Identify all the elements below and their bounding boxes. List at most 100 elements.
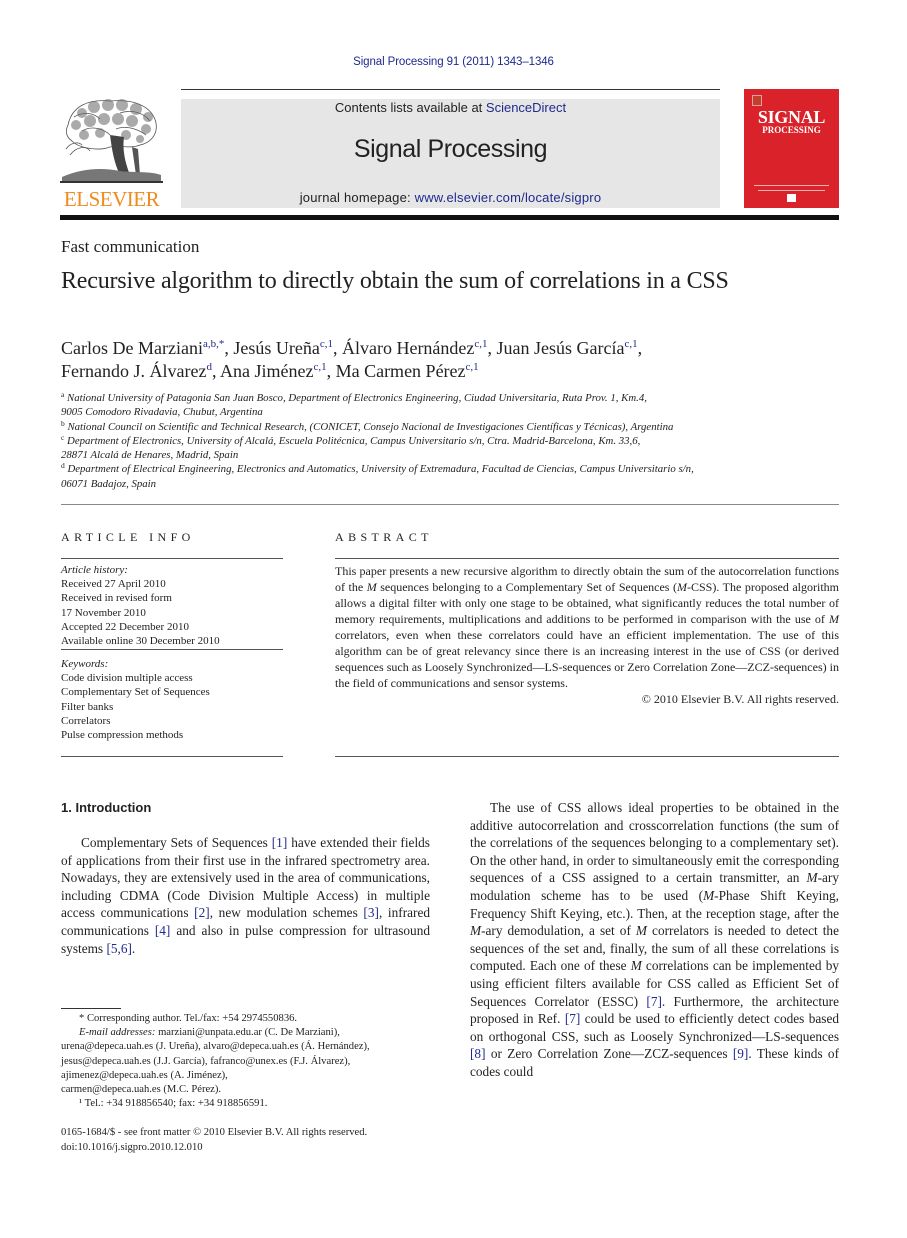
email-address[interactable]: alvaro@depeca.uah.es <box>203 1041 298 1052</box>
citation-link[interactable]: [3] <box>363 905 379 920</box>
cover-emblem-icon <box>787 194 796 202</box>
intro-paragraph-2: The use of CSS allows ideal properties t… <box>470 799 839 1081</box>
history-item: Received in revised form <box>61 592 172 605</box>
citation-link[interactable]: [8] <box>470 1046 486 1061</box>
email-label: E-mail addresses: <box>79 1027 159 1039</box>
email-line: E-mail addresses: marziani@unpata.edu.ar… <box>61 1026 436 1040</box>
math-var: M <box>630 958 642 974</box>
article-title: Recursive algorithm to directly obtain t… <box>61 268 729 294</box>
author-affiliation-marks[interactable]: c,1 <box>313 361 326 373</box>
journal-title: Signal Processing <box>353 135 548 163</box>
article-info-rule <box>61 558 283 559</box>
author-separator: , <box>637 338 643 358</box>
email-owner: (M.C. Pérez). <box>160 1084 222 1096</box>
email-addresses: E-mail addresses: marziani@unpata.edu.ar… <box>61 1026 436 1097</box>
cover-subtitle: PROCESSING <box>762 125 821 135</box>
author-name[interactable]: Álvaro Hernández <box>342 338 474 358</box>
email-owner: (F.J. Álvarez), <box>287 1055 351 1067</box>
math-var: M <box>806 870 818 886</box>
text-span: or Zero Correlation Zone—ZCZ-sequences <box>485 1046 733 1062</box>
contents-line: Contents lists available at ScienceDirec… <box>181 100 720 115</box>
author-separator: , <box>224 338 234 358</box>
author-affiliation-marks[interactable]: c,1 <box>320 338 333 350</box>
author-affiliation-marks[interactable]: a,b,* <box>203 338 224 350</box>
email-owner: (J.J. García), <box>150 1055 211 1067</box>
journal-homepage-link[interactable]: www.elsevier.com/locate/sigpro <box>415 190 602 205</box>
front-matter: 0165-1684/$ - see front matter © 2010 El… <box>61 1126 441 1155</box>
math-var: M <box>677 580 687 594</box>
contents-prefix: Contents lists available at <box>334 100 486 115</box>
email-address[interactable]: urena@depeca.uah.es <box>61 1041 153 1052</box>
keyword-item: Complementary Set of Sequences <box>61 686 210 699</box>
cover-tree-icon <box>752 95 762 106</box>
email-address[interactable]: jesus@depeca.uah.es <box>61 1056 151 1067</box>
history-label: Article history: <box>61 564 128 576</box>
email-owner: (J. Ureña), <box>153 1041 204 1053</box>
affiliation: b National Council on Scientific and Tec… <box>61 419 851 434</box>
email-address[interactable]: carmen@depeca.uah.es <box>61 1084 161 1095</box>
sciencedirect-link[interactable]: ScienceDirect <box>486 100 566 115</box>
author-separator: , <box>326 361 336 381</box>
author-separator: , <box>487 338 497 358</box>
citation-link[interactable]: [4] <box>155 923 171 938</box>
citation-link[interactable]: [5,6] <box>106 941 131 956</box>
elsevier-logo[interactable]: ELSEVIER <box>60 95 163 210</box>
author-name[interactable]: Jesús Ureña <box>233 338 319 358</box>
cover-divider <box>754 185 829 186</box>
author-name[interactable]: Carlos De Marziani <box>61 338 203 358</box>
text-span: Complementary Sets of Sequences <box>81 835 272 850</box>
author-name[interactable]: Juan Jesús García <box>497 338 625 358</box>
math-var: M <box>470 923 482 939</box>
email-line: carmen@depeca.uah.es (M.C. Pérez). <box>61 1083 436 1097</box>
keyword-list: Code division multiple access Complementa… <box>61 671 291 742</box>
affiliation: c Department of Electronics, University … <box>61 434 851 448</box>
abstract-span: correlators, even when these correlators… <box>335 628 839 690</box>
author-separator: , <box>211 361 220 381</box>
email-address[interactable]: ajimenez@depeca.uah.es <box>61 1070 168 1081</box>
author-line: Fernando J. Álvarezd, Ana Jiménezc,1, Ma… <box>61 360 851 383</box>
homepage-line: journal homepage: www.elsevier.com/locat… <box>181 190 720 205</box>
author-affiliation-marks[interactable]: c,1 <box>474 338 487 350</box>
author-name[interactable]: Ana Jiménez <box>220 361 313 381</box>
citation-link[interactable]: [9] <box>733 1046 749 1061</box>
email-owner: (C. De Marziani), <box>261 1027 340 1039</box>
author-affiliation-marks[interactable]: c,1 <box>466 361 479 373</box>
doi[interactable]: doi:10.1016/j.sigpro.2010.12.010 <box>61 1141 441 1156</box>
journal-banner: Contents lists available at ScienceDirec… <box>181 99 720 208</box>
author-affiliation-marks[interactable]: c,1 <box>625 338 638 350</box>
citation-link[interactable]: [7] <box>646 994 662 1009</box>
affiliation-text: 9005 Comodoro Rivadavia, Chubut, Argenti… <box>61 406 263 419</box>
footnote-rule <box>61 1008 121 1009</box>
math-var: M <box>703 887 715 903</box>
author-name[interactable]: Fernando J. Álvarez <box>61 361 206 381</box>
email-line: ajimenez@depeca.uah.es (A. Jiménez), <box>61 1069 436 1083</box>
abstract-rule <box>335 558 839 559</box>
footnotes: * Corresponding author. Tel./fax: +54 29… <box>61 1012 436 1111</box>
email-line: urena@depeca.uah.es (J. Ureña), alvaro@d… <box>61 1040 436 1054</box>
text-span: -ary demodulation, a set of <box>481 923 636 939</box>
text-span: The use of CSS allows ideal properties t… <box>470 800 839 886</box>
article-type: Fast communication <box>61 237 200 256</box>
citation-link[interactable]: [2] <box>194 905 210 920</box>
keyword-item: Correlators <box>61 714 111 727</box>
affiliation-text: National University of Patagonia San Jua… <box>64 392 647 404</box>
affiliation-text: National Council on Scientific and Techn… <box>64 420 674 433</box>
journal-cover[interactable]: SIGNAL PROCESSING <box>744 89 839 208</box>
email-address[interactable]: marziani@unpata.edu.ar <box>158 1027 262 1038</box>
email-address[interactable]: fafranco@unex.es <box>210 1056 287 1067</box>
affiliation-text: Department of Electronics, University of… <box>64 434 641 447</box>
keywords-label: Keywords: <box>61 658 109 670</box>
header-rule <box>181 89 720 90</box>
author-name[interactable]: Ma Carmen Pérez <box>336 361 466 381</box>
email-line: jesus@depeca.uah.es (J.J. García), fafra… <box>61 1055 436 1069</box>
citation-link[interactable]: [1] <box>272 835 288 850</box>
keywords: Keywords: Code division multiple access C… <box>61 657 291 742</box>
affiliation: d Department of Electrical Engineering, … <box>61 462 851 476</box>
history-item: 17 November 2010 <box>61 606 146 619</box>
abstract-rule <box>335 756 839 757</box>
journal-citation[interactable]: Signal Processing 91 (2011) 1343–1346 <box>0 56 907 68</box>
intro-paragraph-1: Complementary Sets of Sequences [1] have… <box>61 834 430 957</box>
affiliation-text: Department of Electrical Engineering, El… <box>64 463 694 476</box>
citation-link[interactable]: [7] <box>565 1011 581 1026</box>
abstract-copyright: © 2010 Elsevier B.V. All rights reserved… <box>641 692 839 706</box>
